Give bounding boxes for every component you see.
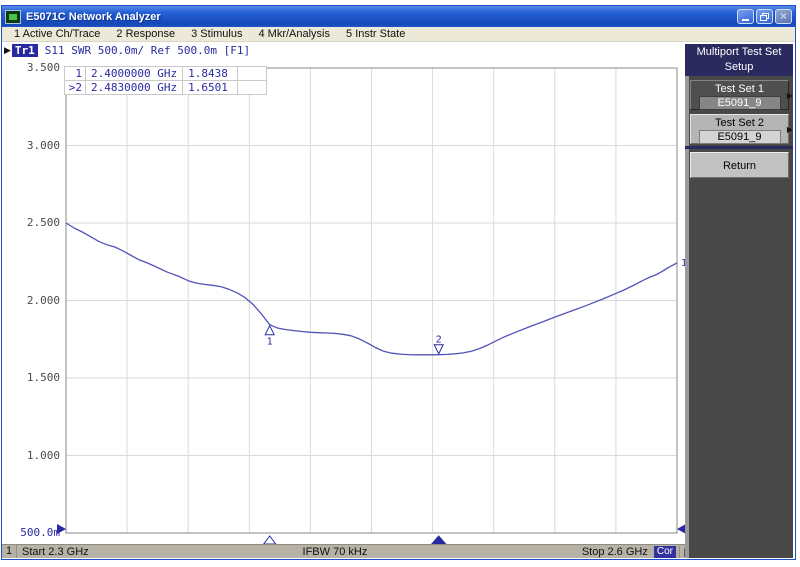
menu-item-5[interactable]: 5 Instr State xyxy=(338,28,413,40)
softkey-divider xyxy=(685,146,793,149)
softkey-value: E5091_9 xyxy=(698,130,781,144)
restore-button[interactable] xyxy=(756,9,773,24)
trace-status-line: ▶ Tr1 S11 SWR 500.0m/ Ref 500.0m [F1] xyxy=(4,43,250,57)
trace-badge[interactable]: Tr1 xyxy=(11,43,38,57)
marker-2-label: 2 xyxy=(436,335,442,346)
marker-readout-table: 1 2.4000000 GHz 1.8438 >2 2.4830000 GHz 1.650… xyxy=(64,66,268,95)
stimulus-marker-1[interactable] xyxy=(262,535,277,545)
status-bar: 1 Start 2.3 GHz IFBW 70 kHz Stop 2.6 GHz… xyxy=(2,544,689,558)
chart-plot: 121 xyxy=(57,67,687,545)
softkey-sidebar: Multiport Test Set Setup Test Set 1 E5091… xyxy=(685,44,793,558)
ifbw-readout: IFBW 70 kHz xyxy=(302,545,368,558)
minimize-icon xyxy=(742,19,749,21)
submenu-arrow-icon: ▶ xyxy=(786,125,793,134)
graticule xyxy=(66,68,677,533)
channel-indicator: 1 xyxy=(2,545,17,558)
window-title: E5071C Network Analyzer xyxy=(26,10,161,23)
correction-badge: Cor xyxy=(653,545,676,558)
marker-row-1: 1 2.4000000 GHz 1.8438 xyxy=(64,66,268,81)
close-icon: × xyxy=(779,9,787,23)
ref-level-arrow-left xyxy=(57,524,66,534)
menu-item-4[interactable]: 4 Mkr/Analysis xyxy=(250,28,338,40)
marker-2-symbol[interactable] xyxy=(433,344,445,355)
softkey-value: E5091_9 xyxy=(698,96,781,110)
stop-frequency: Stop 2.6 GHz xyxy=(581,545,648,558)
active-trace-pointer-icon: ▶ xyxy=(4,45,11,55)
submenu-arrow-icon: ▶ xyxy=(786,91,793,100)
restore-icon xyxy=(760,12,769,21)
close-button[interactable]: × xyxy=(775,9,792,24)
softkey-label: Test Set 2 xyxy=(715,117,764,129)
softkey-test-set-1[interactable]: Test Set 1 E5091_9 ▶ xyxy=(690,80,793,110)
app-icon xyxy=(5,9,21,24)
menu-item-1[interactable]: 1 Active Ch/Trace xyxy=(6,28,108,40)
app-window: E5071C Network Analyzer × 1 Active Ch/Tr… xyxy=(2,6,795,559)
marker-1-label: 1 xyxy=(267,337,273,348)
stimulus-marker-2[interactable] xyxy=(430,535,447,545)
menu-item-2[interactable]: 2 Response xyxy=(108,28,183,40)
title-bar: E5071C Network Analyzer × xyxy=(2,6,795,27)
marker-1-symbol[interactable] xyxy=(264,324,275,336)
trace-definition: S11 SWR 500.0m/ Ref 500.0m [F1] xyxy=(44,43,251,57)
softkey-label: Test Set 1 xyxy=(715,83,764,95)
softkey-test-set-2[interactable]: Test Set 2 E5091_9 ▶ xyxy=(690,114,793,144)
start-frequency: Start 2.3 GHz xyxy=(22,545,89,558)
softkey-menu-title: Multiport Test Set Setup xyxy=(685,44,793,76)
marker-row-2: >2 2.4830000 GHz 1.6501 xyxy=(64,80,268,95)
minimize-button[interactable] xyxy=(737,9,754,24)
return-button[interactable]: Return xyxy=(690,152,789,178)
menu-item-3[interactable]: 3 Stimulus xyxy=(183,28,250,40)
content-area: ▶ Tr1 S11 SWR 500.0m/ Ref 500.0m [F1] 3.… xyxy=(2,42,795,559)
menu-bar: 1 Active Ch/Trace 2 Response 3 Stimulus 4 M… xyxy=(2,27,795,42)
